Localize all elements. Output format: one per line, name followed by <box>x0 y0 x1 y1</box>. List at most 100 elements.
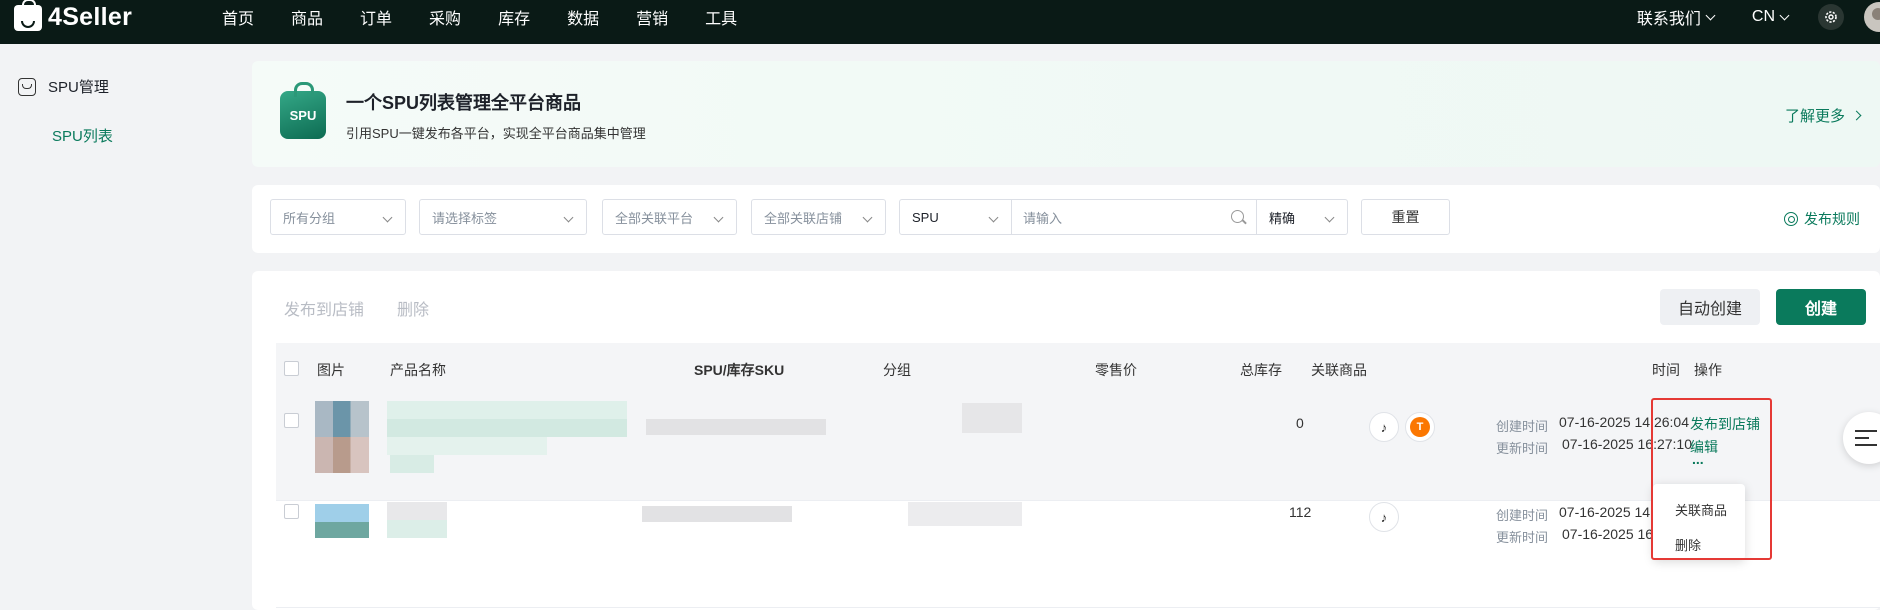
language-menu[interactable]: CN <box>1751 8 1790 26</box>
header-name: 产品名称 <box>390 362 446 378</box>
nav-item-tools[interactable]: 工具 <box>705 5 737 29</box>
spu-bag-icon: SPU <box>280 82 326 139</box>
search-field-select[interactable]: SPU <box>899 199 1012 235</box>
row-checkbox[interactable] <box>284 413 299 428</box>
platform-select[interactable]: 全部关联平台 <box>602 199 737 235</box>
tiktok-icon[interactable]: ♪ <box>1369 502 1399 532</box>
chevron-down-icon <box>988 212 999 223</box>
bag-icon <box>18 77 36 96</box>
gear-icon <box>1784 212 1798 226</box>
nav-item-products[interactable]: 商品 <box>291 5 323 29</box>
chevron-down-icon <box>563 212 574 223</box>
tag-select[interactable]: 请选择标签 <box>419 199 587 235</box>
sidebar-section-label: SPU管理 <box>48 79 109 96</box>
top-navbar: 4Seller 首页 商品 订单 采购 库存 数据 营销 工具 联系我们 CN <box>0 0 1880 44</box>
tag-select-placeholder: 请选择标签 <box>432 210 498 226</box>
nav-item-purchase[interactable]: 采购 <box>429 5 461 29</box>
chevron-right-icon <box>1851 110 1862 121</box>
updated-label: 更新时间 <box>1496 441 1549 456</box>
app-logo[interactable]: 4Seller <box>14 0 133 32</box>
product-name-redacted-2 <box>387 419 627 437</box>
create-button[interactable]: 创建 <box>1776 289 1866 325</box>
table-row: 112 ♪ 创建时间 07-16-2025 14:26 更新时间 07-16-2… <box>276 502 1880 608</box>
sku-redacted <box>646 419 826 435</box>
contact-us-menu[interactable]: 联系我们 <box>1637 5 1716 29</box>
updated-time: 07-16-2025 16:2 <box>1562 526 1665 542</box>
product-name-redacted[interactable] <box>387 502 447 520</box>
row-stock: 112 <box>1289 504 1312 520</box>
sku-redacted <box>642 506 792 522</box>
learn-more-link[interactable]: 了解更多 <box>1784 105 1862 126</box>
chevron-down-icon <box>862 212 873 223</box>
match-select-value: 精确 <box>1269 210 1296 226</box>
product-name-redacted-2 <box>387 520 447 538</box>
store-select[interactable]: 全部关联店铺 <box>751 199 886 235</box>
spu-table-panel: 发布到店铺 删除 自动创建 创建 图片 产品名称 SPU/库存SKU 分组 零售… <box>252 271 1880 610</box>
banner-title: 一个SPU列表管理全平台商品 <box>346 93 582 113</box>
sidebar-item-spu-list[interactable]: SPU列表 <box>52 125 113 146</box>
product-thumbnail[interactable] <box>315 504 369 522</box>
header-stock: 总库存 <box>1240 362 1282 378</box>
search-field-value: SPU <box>912 209 939 225</box>
nav-item-home[interactable]: 首页 <box>222 5 254 29</box>
chevron-down-icon <box>1324 212 1335 223</box>
header-time: 时间 <box>1652 362 1680 378</box>
tiktok-icon[interactable]: ♪ <box>1369 412 1399 442</box>
price-redacted <box>962 403 1022 433</box>
chevron-down-icon <box>713 212 724 223</box>
top-right-actions: 联系我们 CN <box>1637 0 1880 34</box>
gear-icon <box>1825 11 1837 23</box>
table-row: 0 ♪ T 创建时间 07-16-2025 14:26:04 更新时间 07-1… <box>276 395 1880 501</box>
bag-logo-icon <box>14 0 42 31</box>
created-label: 创建时间 <box>1496 508 1549 523</box>
group-select[interactable]: 所有分组 <box>270 199 406 235</box>
row-stock: 0 <box>1296 415 1304 431</box>
promo-banner: SPU 一个SPU列表管理全平台商品 引用SPU一键发布各平台，实现全平台商品集… <box>252 61 1880 167</box>
nav-item-inventory[interactable]: 库存 <box>498 5 530 29</box>
header-linked: 关联商品 <box>1311 362 1367 378</box>
row-checkbox[interactable] <box>284 504 299 519</box>
publish-rules-link[interactable]: 发布规则 <box>1784 209 1860 229</box>
logo-text: 4Seller <box>48 3 133 31</box>
learn-more-label: 了解更多 <box>1784 108 1845 125</box>
nav-item-data[interactable]: 数据 <box>567 5 599 29</box>
chevron-down-icon <box>382 212 393 223</box>
main-nav: 首页 商品 订单 采购 库存 数据 营销 工具 <box>222 0 774 34</box>
match-select[interactable]: 精确 <box>1256 199 1348 235</box>
publish-rules-label: 发布规则 <box>1804 211 1860 227</box>
created-label: 创建时间 <box>1496 419 1549 434</box>
product-name-redacted[interactable] <box>387 401 627 419</box>
table-header: 图片 产品名称 SPU/库存SKU 分组 零售价 总库存 关联商品 时间 操作 <box>276 343 1880 395</box>
user-avatar[interactable] <box>1864 2 1880 32</box>
filter-bar: 所有分组 请选择标签 全部关联平台 全部关联店铺 SPU 请输入 精确 重置 发… <box>252 185 1880 253</box>
product-thumbnail-lower <box>315 437 369 473</box>
header-price: 零售价 <box>1095 362 1137 378</box>
highlight-box <box>1651 398 1772 560</box>
sidebar: SPU管理 SPU列表 <box>0 44 252 610</box>
chevron-down-icon <box>1779 10 1790 20</box>
settings-button[interactable] <box>1818 4 1844 30</box>
temu-icon[interactable]: T <box>1405 412 1435 442</box>
auto-create-button[interactable]: 自动创建 <box>1660 289 1760 325</box>
header-image: 图片 <box>317 362 345 378</box>
temu-logo-icon: T <box>1410 417 1430 437</box>
delete-button[interactable]: 删除 <box>397 296 429 320</box>
product-name-redacted-3 <box>387 437 547 455</box>
product-thumbnail-lower <box>315 522 369 538</box>
store-select-value: 全部关联店铺 <box>764 210 843 226</box>
sidebar-section-spu[interactable]: SPU管理 <box>18 76 109 97</box>
select-all-checkbox[interactable] <box>284 361 299 376</box>
search-input[interactable]: 请输入 <box>1011 199 1257 235</box>
price-redacted <box>908 502 1022 526</box>
nav-item-orders[interactable]: 订单 <box>360 5 392 29</box>
updated-label: 更新时间 <box>1496 530 1549 545</box>
search-icon[interactable] <box>1231 210 1244 223</box>
group-select-value: 所有分组 <box>283 210 336 226</box>
header-ops: 操作 <box>1694 362 1722 378</box>
header-group: 分组 <box>883 362 911 378</box>
nav-item-marketing[interactable]: 营销 <box>636 5 668 29</box>
publish-to-store-button[interactable]: 发布到店铺 <box>284 296 364 320</box>
platform-select-value: 全部关联平台 <box>615 210 694 226</box>
language-label: CN <box>1751 8 1775 25</box>
reset-button[interactable]: 重置 <box>1361 199 1450 235</box>
